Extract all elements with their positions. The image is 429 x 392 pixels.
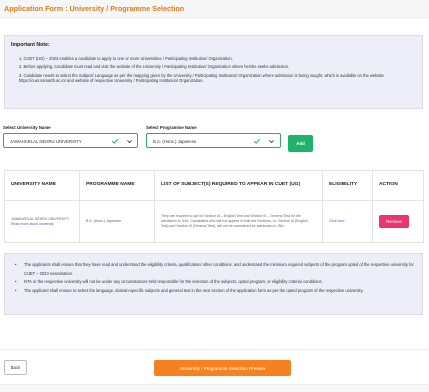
note-item: 3. Candidate needs to select the Subject… [19, 72, 384, 84]
programme-label: Select Programme Name [146, 125, 197, 130]
footer-divider [0, 349, 429, 350]
cell-university: JAWAHARLAL NEHRU UNIVERSITY Read more ab… [4, 200, 80, 243]
header-action: ACTION [372, 170, 424, 201]
add-button[interactable]: Add [288, 135, 313, 152]
back-button[interactable]: Back [4, 360, 27, 375]
programme-select-value: B.A. (Hons.) Japanese [153, 138, 197, 144]
page-title: Application Form : University / Programm… [4, 4, 185, 13]
info-item: The applicant shall ensure to select the… [15, 287, 419, 296]
info-list: The applicants shall ensure that they ha… [15, 261, 419, 295]
top-bar: Application Form : University / Programm… [0, 0, 429, 18]
note-item: 2. Before applying, Candidate must read … [19, 64, 290, 70]
info-panel: The applicants shall ensure that they ha… [4, 253, 423, 315]
cell-eligibility: Click here [322, 200, 373, 243]
header-university: UNIVERSITY NAME [4, 170, 80, 201]
check-icon [111, 138, 119, 144]
university-select-value: JAWAHARLAL NEHRU UNIVERSITY [10, 138, 82, 144]
table-row: JAWAHARLAL NEHRU UNIVERSITY Read more ab… [4, 200, 424, 243]
cell-action: Remove [372, 200, 424, 243]
university-label: Select University Name [3, 125, 51, 130]
eligibility-link[interactable]: Click here [329, 219, 345, 223]
important-note-panel: Important Note: 1. CUET (UG) – 2023 enab… [4, 35, 423, 109]
info-item: NTA or the respective university will no… [15, 278, 419, 287]
info-item: The applicants shall ensure that they ha… [15, 261, 419, 278]
header-eligibility: ELIGIBILITY [322, 170, 373, 201]
cell-programme: B.A. (Hons.) Japanese [79, 200, 155, 243]
note-title: Important Note: [11, 42, 50, 48]
chevron-down-icon [269, 140, 274, 144]
check-icon [253, 138, 261, 144]
header-programme: PROGRAMME NAME [79, 170, 155, 201]
university-select-group: Select University Name JAWAHARLAL NEHRU … [3, 125, 138, 148]
bottom-bar [0, 384, 429, 392]
university-name: JAWAHARLAL NEHRU UNIVERSITY [11, 216, 70, 221]
university-select[interactable]: JAWAHARLAL NEHRU UNIVERSITY [3, 133, 138, 148]
programme-select-group: Select Programme Name B.A. (Hons.) Japan… [146, 125, 281, 148]
note-item: 1. CUET (UG) – 2023 enables a candidate … [19, 56, 233, 61]
remove-button[interactable]: Remove [379, 215, 409, 228]
table-header-row: UNIVERSITY NAME PROGRAMME NAME LIST OF S… [4, 170, 424, 201]
preview-button[interactable]: University / Programme Selection Preview [154, 360, 291, 376]
selection-table: UNIVERSITY NAME PROGRAMME NAME LIST OF S… [4, 170, 424, 243]
header-subjects: LIST OF SUBJECT(S) REQUIRED TO APPEAR IN… [154, 170, 323, 201]
read-more-link[interactable]: Read more about university [11, 222, 73, 227]
cell-subjects: They are required to opt for Section IA … [154, 200, 323, 243]
chevron-down-icon [127, 140, 132, 144]
programme-select[interactable]: B.A. (Hons.) Japanese [146, 133, 281, 148]
note-list: 1. CUET (UG) – 2023 enables a candidate … [19, 56, 417, 87]
